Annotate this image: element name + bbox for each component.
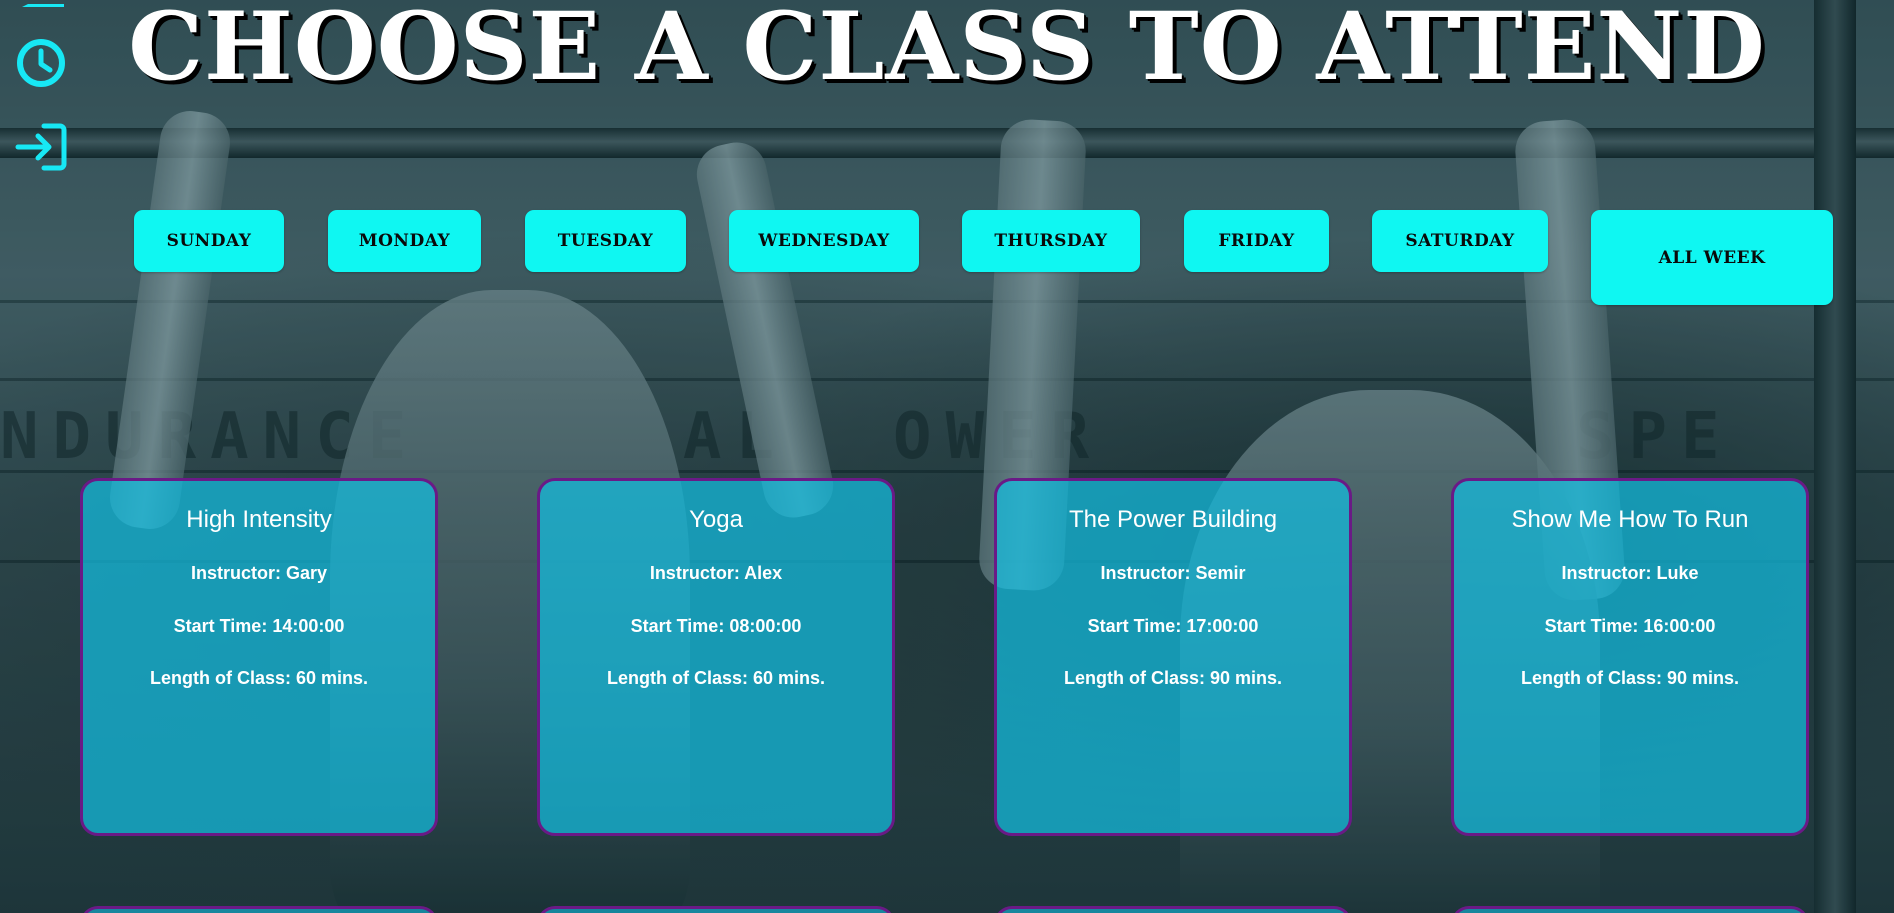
class-instructor: Instructor: Luke: [1561, 563, 1699, 583]
class-card[interactable]: Show Me How To Run Instructor: Luke Star…: [1451, 478, 1809, 836]
class-length: Length of Class: 60 mins.: [149, 668, 369, 688]
class-card-next-row[interactable]: [537, 906, 895, 913]
class-name: The Power Building: [1068, 506, 1278, 533]
class-card[interactable]: The Power Building Instructor: Semir Sta…: [994, 478, 1352, 836]
day-button-monday[interactable]: MONDAY: [328, 210, 481, 272]
class-length: Length of Class: 90 mins.: [1063, 668, 1283, 688]
sign-in-icon[interactable]: [14, 120, 68, 174]
class-instructor: Instructor: Semir: [1100, 563, 1246, 583]
all-week-button[interactable]: ALL WEEK: [1591, 210, 1833, 305]
page-title: CHOOSE A CLASS TO ATTEND: [128, 0, 1766, 102]
class-instructor: Instructor: Gary: [190, 563, 328, 583]
class-name: Yoga: [689, 506, 743, 533]
day-button-thursday[interactable]: THURSDAY: [962, 210, 1140, 272]
class-card[interactable]: Yoga Instructor: Alex Start Time: 08:00:…: [537, 478, 895, 836]
class-length: Length of Class: 90 mins.: [1520, 668, 1740, 688]
class-length: Length of Class: 60 mins.: [606, 668, 826, 688]
class-start-time: Start Time: 14:00:00: [173, 616, 345, 636]
class-start-time: Start Time: 16:00:00: [1544, 616, 1716, 636]
class-start-time: Start Time: 08:00:00: [630, 616, 802, 636]
class-name: Show Me How To Run: [1511, 506, 1749, 533]
day-button-sunday[interactable]: SUNDAY: [134, 210, 284, 272]
class-instructor: Instructor: Alex: [649, 563, 783, 583]
class-card-next-row[interactable]: [994, 906, 1352, 913]
day-button-wednesday[interactable]: WEDNESDAY: [729, 210, 919, 272]
class-card-next-row[interactable]: [1451, 906, 1809, 913]
class-start-time: Start Time: 17:00:00: [1087, 616, 1259, 636]
class-card[interactable]: High Intensity Instructor: Gary Start Ti…: [80, 478, 438, 836]
day-button-tuesday[interactable]: TUESDAY: [525, 210, 686, 272]
class-name: High Intensity: [186, 506, 332, 533]
class-card-next-row[interactable]: [80, 906, 438, 913]
day-button-friday[interactable]: FRIDAY: [1184, 210, 1329, 272]
day-button-saturday[interactable]: SATURDAY: [1372, 210, 1548, 272]
